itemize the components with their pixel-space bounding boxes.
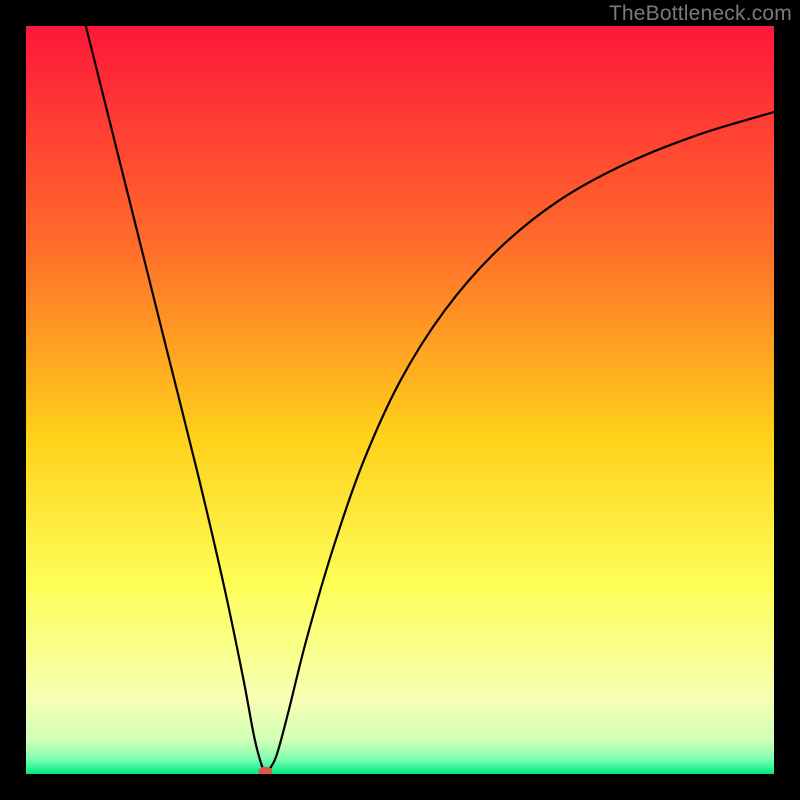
chart-frame: TheBottleneck.com: [0, 0, 800, 800]
watermark-text: TheBottleneck.com: [609, 2, 792, 26]
chart-svg: [26, 26, 774, 774]
plot-area: [26, 26, 774, 774]
gradient-background: [26, 26, 774, 774]
